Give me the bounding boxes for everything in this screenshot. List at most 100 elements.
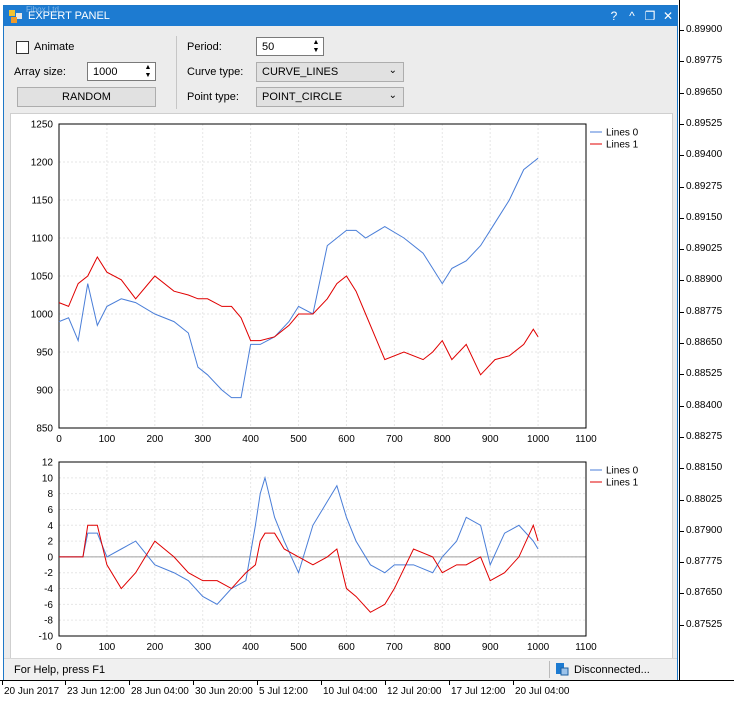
price-tick bbox=[680, 311, 684, 313]
random-button[interactable]: RANDOM bbox=[17, 87, 156, 107]
array-size-spinbox[interactable]: 1000 ▲ ▼ bbox=[87, 62, 156, 81]
x-tick-label: 600 bbox=[338, 434, 355, 445]
curve-type-value: CURVE_LINES bbox=[262, 66, 339, 78]
x-tick-label: 0 bbox=[56, 434, 62, 445]
x-tick-label: 300 bbox=[194, 642, 211, 653]
spin-down-icon[interactable]: ▼ bbox=[311, 47, 321, 55]
status-help-text: For Help, press F1 bbox=[14, 664, 106, 676]
point-type-label: Point type: bbox=[187, 91, 239, 103]
x-tick-label: 800 bbox=[434, 642, 451, 653]
y-tick-label: 8 bbox=[47, 489, 53, 500]
x-tick-label: 600 bbox=[338, 642, 355, 653]
x-tick-label: 1000 bbox=[527, 434, 550, 445]
x-tick-label: 400 bbox=[242, 434, 259, 445]
window-title: EXPERT PANEL bbox=[28, 10, 110, 22]
price-tick bbox=[680, 436, 684, 438]
y-tick-label: 1050 bbox=[31, 272, 54, 283]
time-label: 20 Jul 04:00 bbox=[515, 686, 570, 697]
time-label: 20 Jun 2017 bbox=[4, 686, 60, 697]
chevron-down-icon[interactable]: ⌄ bbox=[389, 65, 397, 76]
close-button[interactable]: ✕ bbox=[659, 7, 677, 25]
price-label: 0.87900 bbox=[686, 524, 723, 536]
y-tick-label: 1000 bbox=[31, 310, 54, 321]
price-label: 0.87525 bbox=[686, 618, 723, 630]
y-tick-label: 850 bbox=[36, 424, 53, 435]
x-tick-label: 1100 bbox=[575, 642, 597, 653]
legend-label: Lines 1 bbox=[606, 478, 639, 489]
curve-type-dropdown[interactable]: CURVE_LINES ⌄ bbox=[256, 62, 404, 82]
series-line-0 bbox=[59, 475, 539, 605]
y-tick-label: -2 bbox=[44, 568, 53, 579]
x-tick-label: 900 bbox=[482, 434, 499, 445]
price-label: 0.89275 bbox=[686, 180, 723, 192]
x-tick-label: 900 bbox=[482, 642, 499, 653]
charts-svg: 8509009501000105011001150120012500 100 200… bbox=[31, 120, 639, 654]
price-tick bbox=[680, 374, 684, 376]
minimize-button[interactable]: ^ bbox=[623, 7, 641, 25]
price-label: 0.88775 bbox=[686, 305, 723, 317]
price-tick bbox=[680, 499, 684, 501]
y-tick-label: 2 bbox=[47, 537, 53, 548]
price-label: 0.89400 bbox=[686, 149, 723, 161]
spin-up-icon[interactable]: ▲ bbox=[311, 39, 321, 47]
x-tick-label: 800 bbox=[434, 434, 451, 445]
point-type-value: POINT_CIRCLE bbox=[262, 91, 343, 103]
price-label: 0.88400 bbox=[686, 399, 723, 411]
price-tick bbox=[680, 343, 684, 344]
price-label: 0.88150 bbox=[686, 462, 723, 474]
plot-frame bbox=[58, 123, 587, 429]
price-tick bbox=[680, 280, 684, 282]
price-tick bbox=[680, 30, 684, 31]
title-bar[interactable]: Fibox Ltd EXPERT PANEL ? ^ ❐ ✕ bbox=[4, 5, 677, 26]
y-tick-label: 1200 bbox=[31, 158, 54, 169]
animate-label: Animate bbox=[34, 41, 75, 53]
controls-divider bbox=[176, 36, 177, 109]
price-tick bbox=[680, 468, 684, 470]
y-tick-label: -6 bbox=[44, 600, 53, 611]
y-tick-label: 4 bbox=[47, 521, 53, 532]
curve-type-label: Curve type: bbox=[187, 66, 244, 78]
x-tick-label: 100 bbox=[99, 642, 116, 653]
time-tick bbox=[65, 681, 66, 685]
help-button[interactable]: ? bbox=[605, 7, 623, 25]
maximize-button[interactable]: ❐ bbox=[641, 7, 659, 25]
time-tick bbox=[385, 681, 386, 685]
price-tick bbox=[680, 530, 684, 532]
time-label: 23 Jun 12:00 bbox=[67, 686, 125, 697]
price-label: 0.89150 bbox=[686, 211, 723, 223]
animate-checkbox[interactable] bbox=[16, 41, 29, 54]
price-label: 0.87650 bbox=[686, 587, 723, 599]
y-tick-label: 900 bbox=[36, 386, 53, 397]
time-label: 5 Jul 12:00 bbox=[259, 686, 308, 697]
time-tick bbox=[321, 681, 322, 685]
x-tick-label: 1000 bbox=[527, 642, 550, 653]
y-tick-label: 1250 bbox=[31, 120, 54, 131]
price-scale: 0.89900 0.89775 0.89650 0.89525 0.89400 0.892… bbox=[679, 0, 734, 680]
x-tick-label: 400 bbox=[242, 642, 259, 653]
price-label: 0.87775 bbox=[686, 556, 723, 568]
y-tick-label: -8 bbox=[44, 616, 53, 627]
price-tick bbox=[680, 249, 684, 251]
period-spinbox[interactable]: 50 ▲ ▼ bbox=[256, 37, 324, 56]
x-tick-label: 1100 bbox=[575, 434, 597, 445]
price-tick bbox=[680, 217, 684, 219]
price-tick bbox=[680, 405, 684, 407]
x-tick-label: 500 bbox=[290, 642, 307, 653]
spin-up-icon[interactable]: ▲ bbox=[143, 64, 153, 72]
time-tick bbox=[2, 681, 3, 685]
x-tick-label: 100 bbox=[99, 434, 116, 445]
spin-down-icon[interactable]: ▼ bbox=[143, 72, 153, 80]
status-bar: For Help, press F1 Disconnected... bbox=[4, 658, 677, 680]
price-label: 0.88650 bbox=[686, 337, 723, 348]
period-value: 50 bbox=[262, 41, 275, 53]
price-tick bbox=[680, 123, 684, 125]
time-label: 10 Jul 04:00 bbox=[323, 686, 378, 697]
time-tick bbox=[449, 681, 450, 685]
array-size-value: 1000 bbox=[93, 66, 118, 78]
period-label: Period: bbox=[187, 41, 222, 53]
price-tick bbox=[680, 61, 684, 63]
connection-status: Disconnected... bbox=[574, 664, 650, 676]
price-tick bbox=[680, 624, 684, 626]
chevron-down-icon[interactable]: ⌄ bbox=[389, 90, 397, 101]
point-type-dropdown[interactable]: POINT_CIRCLE ⌄ bbox=[256, 87, 404, 107]
